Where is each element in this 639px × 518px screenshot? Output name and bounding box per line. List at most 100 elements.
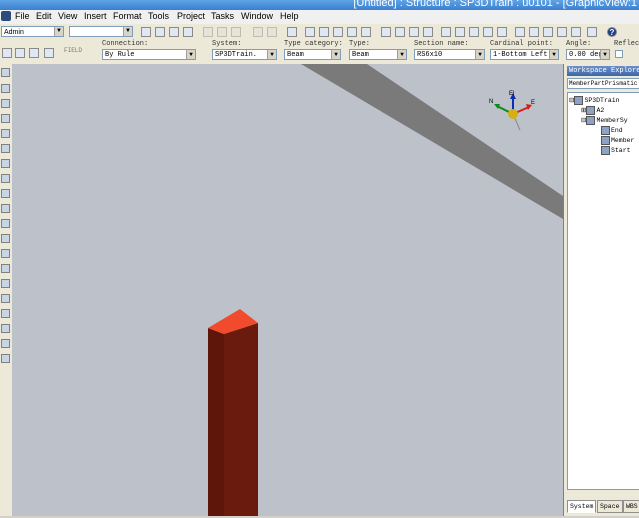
tab-space[interactable]: Space xyxy=(597,500,623,513)
type-combo[interactable]: Beam ▼ xyxy=(349,49,407,60)
filter-combo[interactable]: ▼ xyxy=(69,26,133,37)
chevron-down-icon[interactable]: ▼ xyxy=(475,50,484,59)
fireproofing-icon[interactable] xyxy=(1,309,10,318)
tree-node-start[interactable]: Start xyxy=(601,146,631,155)
pan-icon[interactable] xyxy=(543,27,553,37)
column-front-face[interactable] xyxy=(224,323,258,516)
wall-icon[interactable] xyxy=(1,234,10,243)
properties-icon[interactable] xyxy=(381,27,391,37)
refresh-icon[interactable] xyxy=(305,27,315,37)
tree-node-membersystem[interactable]: ⊟ MemberSy xyxy=(581,116,628,125)
chevron-down-icon[interactable]: ▼ xyxy=(186,50,195,59)
new-icon[interactable] xyxy=(141,27,151,37)
handrail-icon[interactable] xyxy=(1,279,10,288)
place-beam-icon[interactable] xyxy=(1,129,10,138)
menu-edit[interactable]: Edit xyxy=(36,11,52,21)
snap-icon[interactable] xyxy=(409,27,419,37)
check-icon[interactable] xyxy=(347,27,357,37)
menu-project[interactable]: Project xyxy=(177,11,205,21)
split-member-icon[interactable] xyxy=(1,159,10,168)
tab-system[interactable]: System xyxy=(567,500,597,513)
text-icon[interactable] xyxy=(44,48,54,58)
column-side-face[interactable] xyxy=(208,328,224,516)
type-category-combo[interactable]: Beam ▼ xyxy=(284,49,341,60)
stair-icon[interactable] xyxy=(1,249,10,258)
menu-view[interactable]: View xyxy=(58,11,77,21)
place-brace-icon[interactable] xyxy=(1,99,10,108)
move-icon[interactable] xyxy=(253,27,263,37)
rotate-icon[interactable] xyxy=(267,27,277,37)
reflect-checkbox[interactable] xyxy=(615,50,623,58)
open-icon[interactable] xyxy=(155,27,165,37)
chevron-down-icon[interactable]: ▼ xyxy=(331,50,340,59)
chevron-down-icon[interactable]: ▼ xyxy=(123,27,132,36)
delete-icon[interactable] xyxy=(231,27,241,37)
tree-node-member[interactable]: Member xyxy=(601,136,634,145)
place-column-icon[interactable] xyxy=(1,114,10,123)
cardinal-point-combo[interactable]: 1-Bottom Left ▼ xyxy=(490,49,559,60)
chevron-down-icon[interactable]: ▼ xyxy=(267,50,276,59)
common-views-icon[interactable] xyxy=(571,27,581,37)
workspace-icon[interactable] xyxy=(441,27,451,37)
tree-node-a2[interactable]: ⊞ A2 xyxy=(581,106,604,115)
explorer-tree[interactable]: ⊟ SP3DTrain ⊞ A2 ⊟ MemberSy End Member Star… xyxy=(567,92,639,490)
app-icon[interactable] xyxy=(1,11,11,21)
select-icon[interactable] xyxy=(319,27,329,37)
menu-window[interactable]: Window xyxy=(241,11,273,21)
explorer-filter[interactable]: MemberPartPrismatic xyxy=(567,78,639,89)
graphic-view[interactable]: El N E xyxy=(12,64,563,516)
tab-wbs[interactable]: WBS xyxy=(623,500,639,513)
fit-icon[interactable] xyxy=(557,27,567,37)
render-icon[interactable] xyxy=(587,27,597,37)
slab-icon[interactable] xyxy=(1,219,10,228)
menu-tasks[interactable]: Tasks xyxy=(211,11,234,21)
tree-node-root[interactable]: ⊟ SP3DTrain xyxy=(569,96,620,105)
menu-file[interactable]: File xyxy=(15,11,30,21)
frame-connection-icon[interactable] xyxy=(1,144,10,153)
system-combo[interactable]: SP3DTrain. ▼ xyxy=(212,49,277,60)
cut-icon[interactable] xyxy=(203,27,213,37)
menu-tools[interactable]: Tools xyxy=(148,11,169,21)
menu-insert[interactable]: Insert xyxy=(84,11,107,21)
copy-icon[interactable] xyxy=(217,27,227,37)
zoom-area-icon[interactable] xyxy=(529,27,539,37)
copy-paste-icon[interactable] xyxy=(423,27,433,37)
member-type-icon[interactable] xyxy=(29,48,39,58)
select-step-icon[interactable] xyxy=(2,48,12,58)
start-point-icon[interactable] xyxy=(15,48,25,58)
angle-combo[interactable]: 0.00 deg ▼ xyxy=(566,49,610,60)
filter-icon[interactable] xyxy=(395,27,405,37)
tree-node-end[interactable]: End xyxy=(601,126,623,135)
permission-group-combo[interactable]: Admin ▼ xyxy=(1,26,64,37)
save-icon[interactable] xyxy=(169,27,179,37)
undo-icon[interactable] xyxy=(287,27,297,37)
assembly-connection-icon[interactable] xyxy=(1,174,10,183)
chevron-down-icon[interactable]: ▼ xyxy=(600,50,609,59)
section-name-combo[interactable]: RS6x10 ▼ xyxy=(414,49,485,60)
help-icon[interactable]: ? xyxy=(607,27,617,37)
pin-icon[interactable] xyxy=(361,27,371,37)
view-icon[interactable] xyxy=(483,27,493,37)
grid-icon[interactable] xyxy=(1,354,10,363)
chevron-down-icon[interactable]: ▼ xyxy=(397,50,406,59)
menu-help[interactable]: Help xyxy=(280,11,299,21)
print-icon[interactable] xyxy=(183,27,193,37)
point-icon[interactable] xyxy=(455,27,465,37)
door-icon[interactable] xyxy=(1,339,10,348)
ladder-icon[interactable] xyxy=(1,264,10,273)
dropdown-icon[interactable] xyxy=(497,27,507,37)
zoom-icon[interactable] xyxy=(515,27,525,37)
connection-combo[interactable]: By Rule ▼ xyxy=(102,49,196,60)
footing-icon[interactable] xyxy=(1,189,10,198)
chevron-down-icon[interactable]: ▼ xyxy=(549,50,558,59)
place-member-icon[interactable] xyxy=(1,84,10,93)
menu-format[interactable]: Format xyxy=(113,11,142,21)
measure-icon[interactable] xyxy=(333,27,343,37)
opening-icon[interactable] xyxy=(1,294,10,303)
equipment-foundation-icon[interactable] xyxy=(1,204,10,213)
trim-icon[interactable] xyxy=(1,324,10,333)
beam-member[interactable] xyxy=(301,64,563,219)
select-tool-icon[interactable] xyxy=(1,68,10,77)
link-icon[interactable] xyxy=(469,27,479,37)
chevron-down-icon[interactable]: ▼ xyxy=(54,27,63,36)
